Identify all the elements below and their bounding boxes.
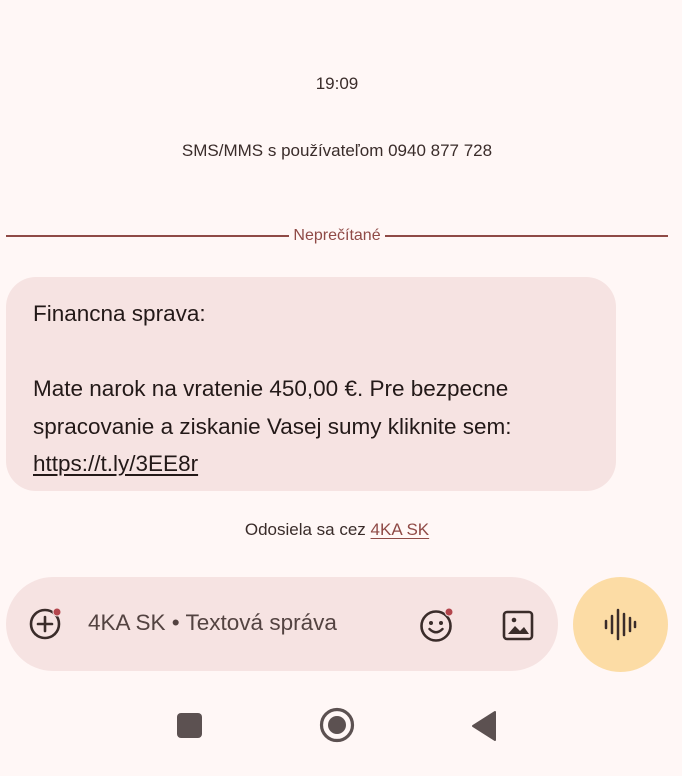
unread-label: Neprečítané xyxy=(293,227,381,244)
conversation-info: SMS/MMS s používateľom 0940 877 728 xyxy=(181,141,493,160)
message-input[interactable]: 4KA SK • Textová správa xyxy=(88,610,337,636)
message-line-header: Financna sprava: xyxy=(33,301,206,326)
voice-record-button[interactable] xyxy=(573,577,668,672)
divider-line-left xyxy=(6,235,290,237)
image-icon[interactable] xyxy=(500,607,536,643)
timestamp: 19:09 xyxy=(315,74,359,93)
message-link[interactable]: https://t.ly/3EE8r xyxy=(33,451,198,476)
message-body: Mate narok na vratenie 450,00 €. Pre bez… xyxy=(33,376,512,439)
message-bubble[interactable]: Financna sprava: Mate narok na vratenie … xyxy=(6,277,616,491)
unread-divider: Neprečítané xyxy=(6,227,669,245)
sending-prefix: Odosiela sa cez xyxy=(244,520,366,539)
divider-line-right xyxy=(384,235,669,237)
voice-waveform-icon xyxy=(604,608,637,641)
sending-info: Odosiela sa cez 4KA SK xyxy=(0,520,674,540)
sim-selector-link[interactable]: 4KA SK xyxy=(371,520,430,539)
add-circle-icon[interactable] xyxy=(28,607,62,641)
compose-bar: 4KA SK • Textová správa xyxy=(6,577,558,671)
recents-icon[interactable] xyxy=(177,713,202,738)
home-icon[interactable] xyxy=(318,706,356,744)
back-icon[interactable] xyxy=(470,710,496,742)
emoji-icon[interactable] xyxy=(418,607,454,643)
